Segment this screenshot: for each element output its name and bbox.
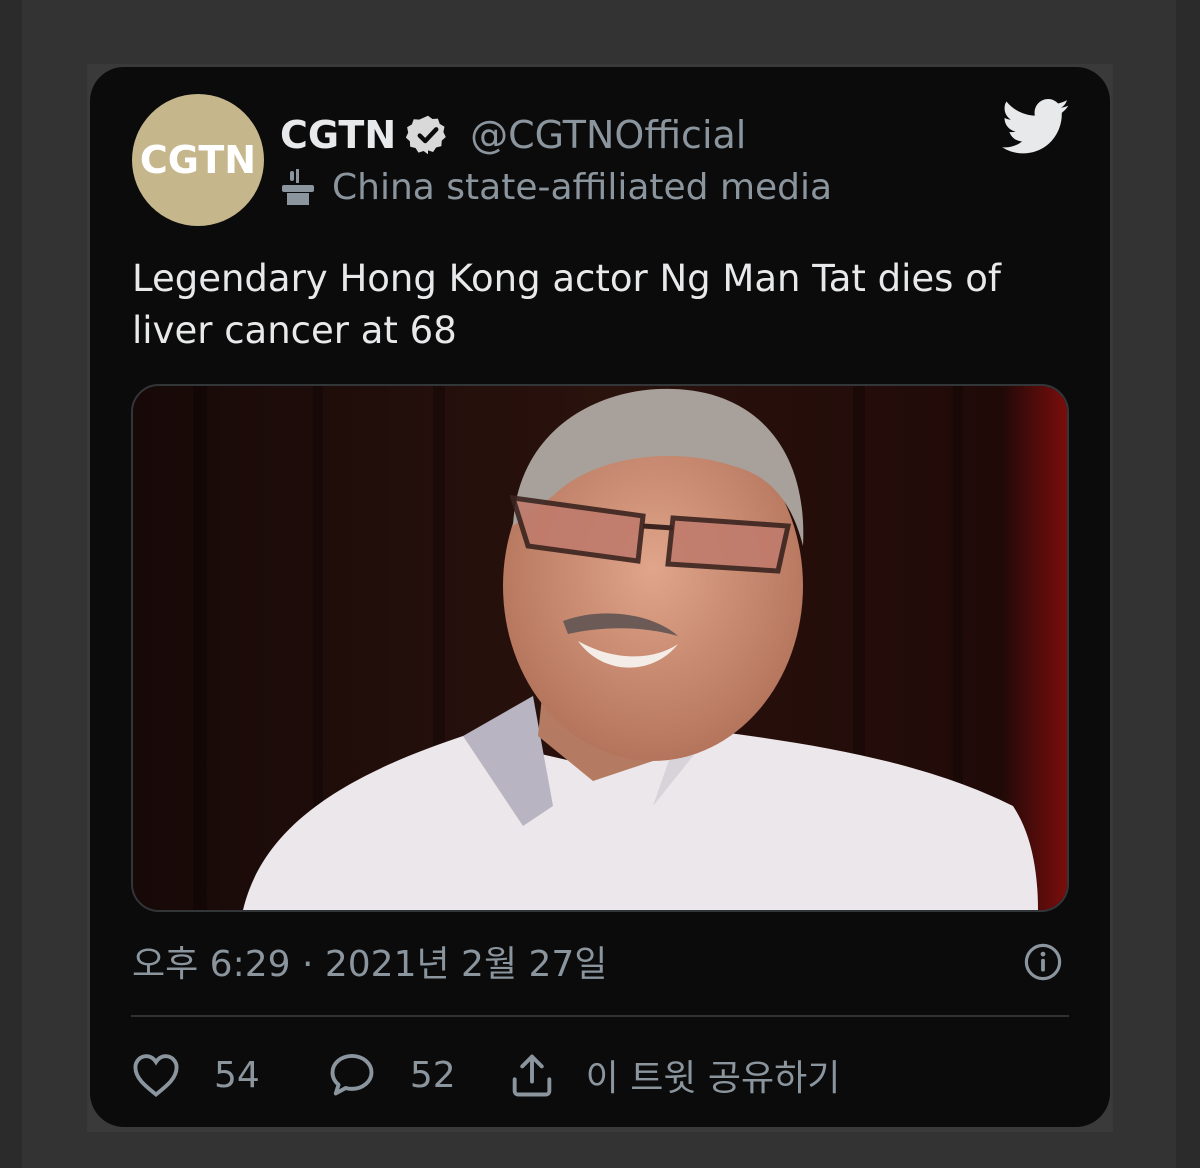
reply-bubble-icon bbox=[330, 1053, 374, 1096]
tweet-text: Legendary Hong Kong actor Ng Man Tat die… bbox=[132, 257, 1001, 352]
avatar-logo-text: CGTN bbox=[139, 138, 257, 182]
state-media-label-text: China state-affiliated media bbox=[332, 166, 833, 208]
tweet-timestamp[interactable]: 오후 6:29 · 2021년 2월 27일 bbox=[132, 935, 607, 987]
twitter-bird-icon[interactable] bbox=[1002, 97, 1070, 157]
reply-button[interactable]: 52 bbox=[326, 1049, 456, 1101]
heart-icon bbox=[133, 1054, 179, 1097]
state-media-podium-icon bbox=[282, 169, 314, 205]
user-handle[interactable]: @CGTNOfficial bbox=[470, 113, 746, 157]
state-media-label[interactable]: China state-affiliated media bbox=[280, 161, 832, 213]
tweet-photo[interactable] bbox=[131, 384, 1069, 912]
reply-count: 52 bbox=[409, 1054, 456, 1096]
info-icon[interactable] bbox=[1024, 943, 1062, 981]
divider bbox=[131, 1015, 1069, 1017]
like-button[interactable]: 54 bbox=[130, 1049, 260, 1101]
share-button[interactable]: 이 트윗 공유하기 bbox=[506, 1049, 841, 1101]
like-count: 54 bbox=[214, 1054, 260, 1096]
photo-portrait bbox=[133, 386, 1067, 910]
tweet-card[interactable]: CGTN CGTN @CGTNOfficial China state-affi… bbox=[90, 67, 1110, 1127]
author-row: CGTN @CGTNOfficial bbox=[280, 107, 746, 163]
share-icon bbox=[512, 1054, 551, 1097]
display-name[interactable]: CGTN bbox=[280, 113, 396, 157]
verified-badge-icon bbox=[406, 115, 446, 155]
action-bar: 54 52 이 트윗 공유하기 bbox=[130, 1045, 840, 1105]
share-label: 이 트윗 공유하기 bbox=[585, 1058, 841, 1099]
avatar[interactable]: CGTN bbox=[132, 94, 264, 226]
